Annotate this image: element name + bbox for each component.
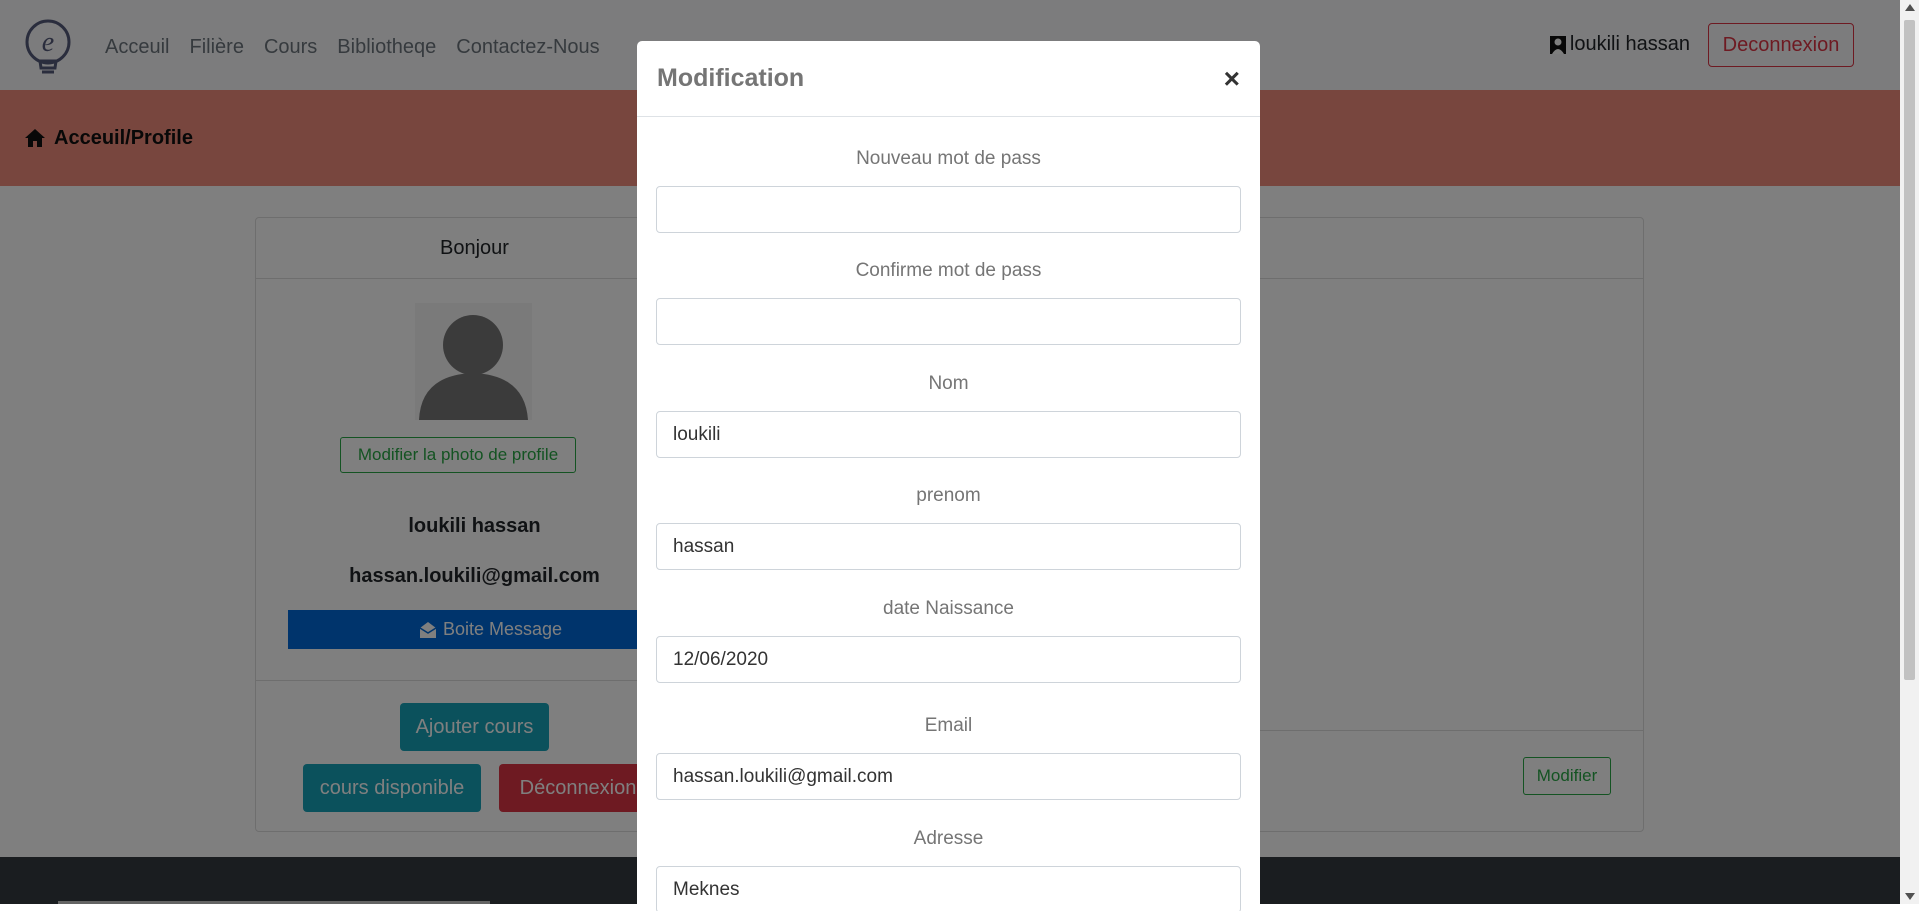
modal-title: Modification: [657, 64, 805, 92]
date-naissance-group: date Naissance: [656, 598, 1241, 683]
scroll-up-icon[interactable]: [1905, 4, 1915, 11]
date-naissance-label: date Naissance: [883, 598, 1014, 619]
new-password-label: Nouveau mot de pass: [856, 148, 1041, 169]
close-icon[interactable]: ×: [1224, 64, 1240, 93]
edit-profile-modal: Modification × Nouveau mot de pass Confi…: [637, 41, 1260, 911]
nom-label: Nom: [928, 373, 969, 394]
new-password-field[interactable]: [656, 186, 1241, 233]
prenom-group: prenom: [656, 485, 1241, 570]
date-naissance-field[interactable]: [656, 636, 1241, 683]
modal-header: Modification ×: [637, 41, 1260, 117]
scroll-down-icon[interactable]: [1905, 893, 1915, 900]
email-group: Email: [656, 715, 1241, 800]
nom-group: Nom: [656, 373, 1241, 458]
confirm-password-field[interactable]: [656, 298, 1241, 345]
new-password-group: Nouveau mot de pass: [656, 148, 1241, 233]
email-label: Email: [924, 715, 973, 736]
confirm-password-label: Confirme mot de pass: [855, 260, 1042, 281]
email-field[interactable]: [656, 753, 1241, 800]
prenom-label: prenom: [916, 485, 981, 506]
page-scrollbar[interactable]: [1900, 0, 1919, 904]
prenom-field[interactable]: [656, 523, 1241, 570]
adresse-group: Adresse: [656, 828, 1241, 911]
confirm-password-group: Confirme mot de pass: [656, 260, 1241, 345]
nom-field[interactable]: [656, 411, 1241, 458]
adresse-label: Adresse: [913, 828, 984, 849]
scroll-thumb[interactable]: [1904, 20, 1915, 680]
adresse-field[interactable]: [656, 866, 1241, 911]
